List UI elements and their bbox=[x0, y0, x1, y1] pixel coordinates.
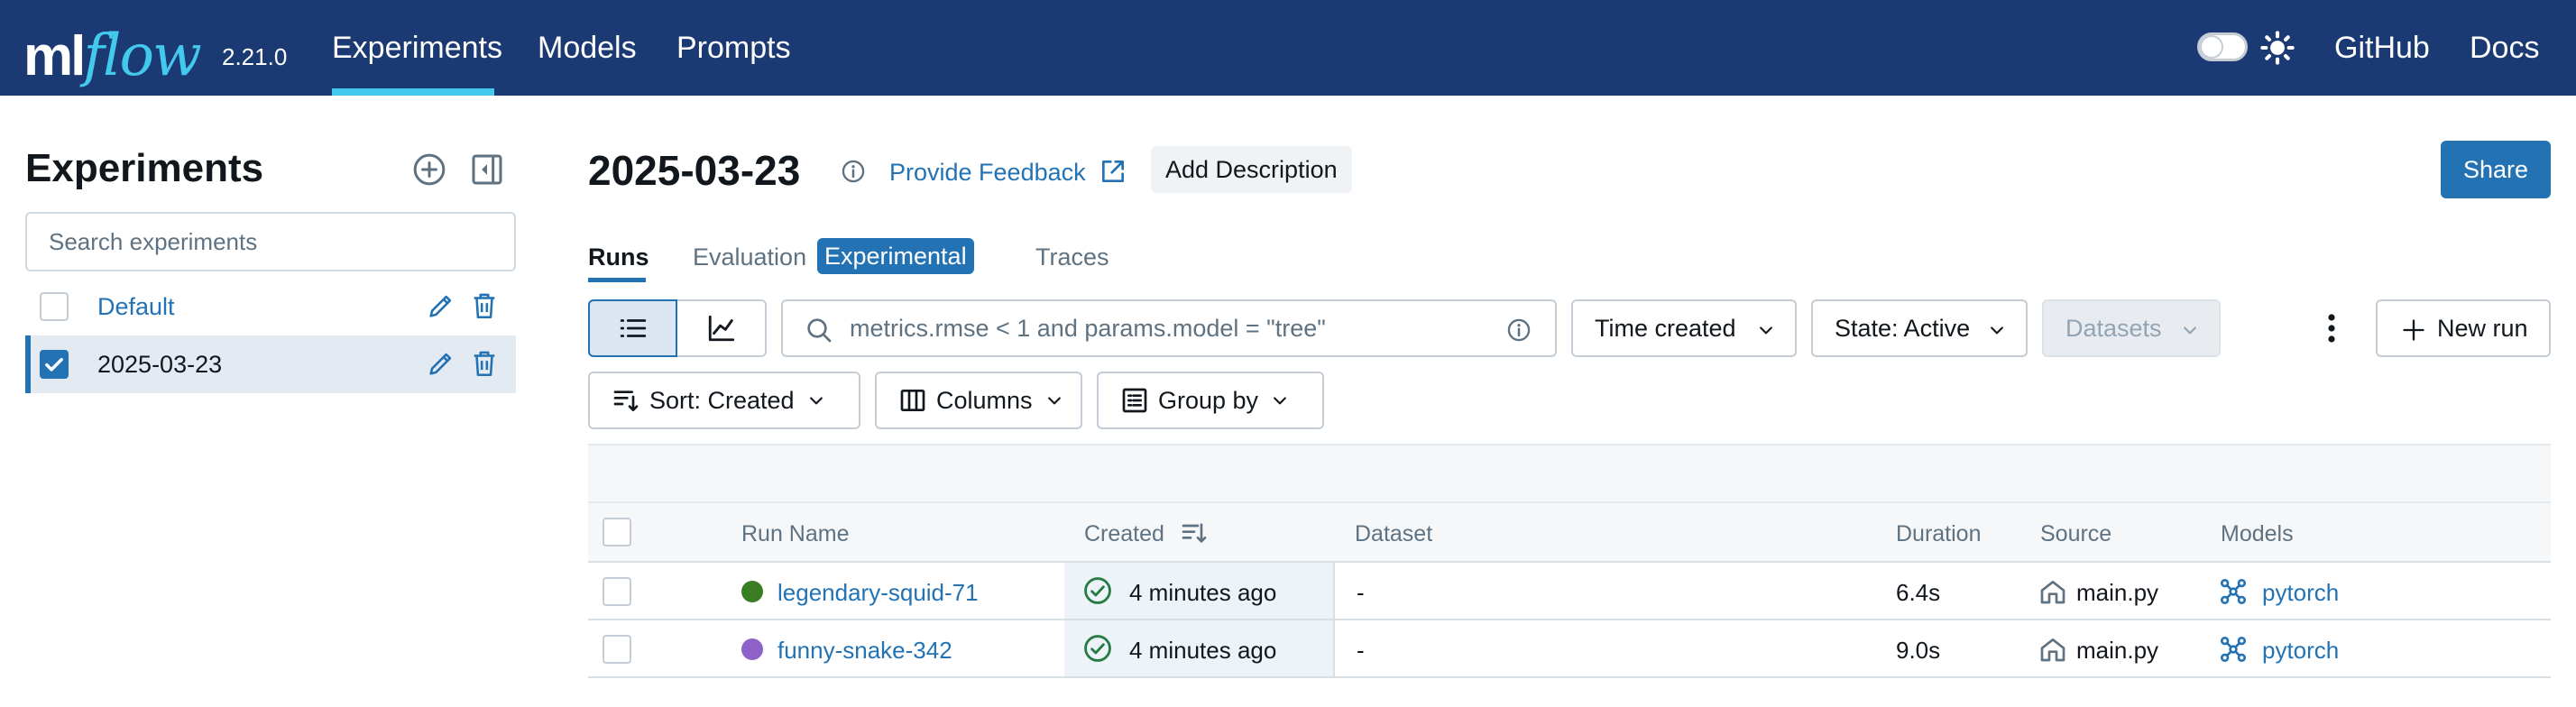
delete-icon[interactable] bbox=[469, 348, 500, 379]
datasets-dropdown: Datasets bbox=[2042, 299, 2221, 357]
sun-icon bbox=[2260, 31, 2295, 65]
row-checkbox[interactable] bbox=[603, 635, 631, 664]
chevron-down-icon bbox=[809, 397, 823, 405]
add-experiment-icon[interactable] bbox=[411, 152, 447, 188]
plus-icon bbox=[2403, 319, 2424, 341]
experiment-name[interactable]: 2025-03-23 bbox=[97, 351, 222, 379]
sort-descending-icon[interactable] bbox=[1180, 519, 1209, 547]
collapse-sidebar-icon[interactable] bbox=[469, 152, 505, 188]
run-name-link[interactable]: funny-snake-342 bbox=[777, 637, 952, 665]
chevron-down-icon bbox=[1760, 326, 1772, 335]
column-header-dataset[interactable]: Dataset bbox=[1355, 521, 1432, 547]
model-link[interactable]: pytorch bbox=[2262, 637, 2339, 665]
check-circle-icon bbox=[1084, 635, 1111, 662]
sort-icon bbox=[613, 390, 639, 411]
home-icon bbox=[2040, 638, 2065, 662]
duration-value: 9.0s bbox=[1896, 637, 1941, 664]
edit-icon[interactable] bbox=[426, 348, 456, 379]
chevron-down-icon bbox=[1047, 397, 1061, 405]
column-header-source[interactable]: Source bbox=[2040, 521, 2111, 547]
share-button[interactable]: Share bbox=[2441, 141, 2551, 198]
list-icon bbox=[620, 319, 646, 337]
experiment-name[interactable]: Default bbox=[97, 293, 175, 321]
nav-active-indicator bbox=[332, 88, 494, 96]
experiment-checkbox[interactable] bbox=[40, 292, 69, 321]
sidebar-title: Experiments bbox=[25, 146, 264, 190]
view-mode-switch bbox=[588, 299, 767, 357]
tab-runs[interactable]: Runs bbox=[588, 243, 649, 271]
experiment-checkbox-checked[interactable] bbox=[40, 350, 69, 379]
tab-evaluation[interactable]: Evaluation bbox=[693, 243, 806, 271]
github-link[interactable]: GitHub bbox=[2334, 31, 2430, 66]
column-header-run-name[interactable]: Run Name bbox=[741, 521, 850, 547]
chart-icon bbox=[708, 315, 734, 342]
provide-feedback-link[interactable]: Provide Feedback bbox=[889, 159, 1086, 187]
top-nav-bar: ml flow 2.21.0 Experiments Models Prompts… bbox=[0, 0, 2576, 96]
delete-icon[interactable] bbox=[469, 290, 500, 321]
table-row: legendary-squid-71 4 minutes ago - 6.4s … bbox=[588, 563, 2551, 620]
table-group-header bbox=[588, 444, 2551, 503]
tab-traces[interactable]: Traces bbox=[1035, 243, 1109, 271]
nav-models[interactable]: Models bbox=[538, 31, 637, 66]
select-all-checkbox[interactable] bbox=[603, 518, 631, 546]
nav-prompts[interactable]: Prompts bbox=[676, 31, 791, 66]
home-icon bbox=[2040, 581, 2065, 604]
add-description-button[interactable]: Add Description bbox=[1151, 146, 1352, 193]
edit-icon[interactable] bbox=[426, 290, 456, 321]
column-header-models[interactable]: Models bbox=[2221, 521, 2294, 547]
info-icon[interactable] bbox=[1506, 317, 1532, 343]
experiment-item-2025-03-23[interactable]: 2025-03-23 bbox=[25, 335, 516, 393]
columns-icon bbox=[900, 390, 925, 411]
group-by-dropdown[interactable]: Group by bbox=[1097, 372, 1324, 429]
model-icon bbox=[2221, 579, 2246, 604]
run-name-link[interactable]: legendary-squid-71 bbox=[777, 579, 979, 607]
time-created-dropdown[interactable]: Time created bbox=[1571, 299, 1797, 357]
columns-dropdown[interactable]: Columns bbox=[875, 372, 1082, 429]
search-icon bbox=[807, 318, 832, 343]
dark-mode-toggle[interactable] bbox=[2197, 32, 2248, 61]
source-link[interactable]: main.py bbox=[2076, 637, 2158, 665]
mlflow-logo[interactable]: ml flow bbox=[23, 4, 202, 85]
new-run-button[interactable]: New run bbox=[2376, 299, 2551, 357]
duration-value: 6.4s bbox=[1896, 579, 1941, 606]
chart-view-button[interactable] bbox=[677, 301, 765, 355]
column-header-duration[interactable]: Duration bbox=[1896, 521, 1982, 547]
list-view-button[interactable] bbox=[588, 299, 678, 357]
experiment-item-default[interactable]: Default bbox=[25, 278, 516, 335]
table-header: Run Name Created Dataset Duration Source… bbox=[588, 503, 2551, 563]
docs-link[interactable]: Docs bbox=[2470, 31, 2539, 66]
runs-filter-input[interactable]: metrics.rmse < 1 and params.model = "tre… bbox=[781, 299, 1557, 357]
tab-active-indicator bbox=[588, 278, 646, 282]
chevron-down-icon bbox=[2184, 326, 2196, 335]
model-link[interactable]: pytorch bbox=[2262, 579, 2339, 607]
info-icon[interactable] bbox=[841, 159, 866, 184]
experiment-search-input[interactable]: Search experiments bbox=[25, 212, 516, 271]
check-circle-icon bbox=[1084, 577, 1111, 604]
check-icon bbox=[45, 358, 63, 372]
dataset-value: - bbox=[1357, 579, 1365, 606]
created-time: 4 minutes ago bbox=[1129, 637, 1277, 664]
table-row: funny-snake-342 4 minutes ago - 9.0s mai… bbox=[588, 620, 2551, 678]
sort-dropdown[interactable]: Sort: Created bbox=[588, 372, 860, 429]
chevron-down-icon bbox=[1991, 326, 2003, 335]
run-color-dot[interactable] bbox=[741, 638, 763, 660]
external-link-icon[interactable] bbox=[1099, 157, 1127, 186]
state-dropdown[interactable]: State: Active bbox=[1811, 299, 2028, 357]
nav-experiments[interactable]: Experiments bbox=[332, 31, 502, 66]
dataset-value: - bbox=[1357, 637, 1365, 664]
created-cell: 4 minutes ago bbox=[1064, 563, 1335, 619]
chevron-down-icon bbox=[1274, 397, 1286, 405]
experimental-badge: Experimental bbox=[817, 238, 974, 274]
row-checkbox[interactable] bbox=[603, 577, 631, 606]
more-options-icon[interactable] bbox=[2322, 312, 2341, 344]
run-color-dot[interactable] bbox=[741, 581, 763, 602]
experiment-title: 2025-03-23 bbox=[588, 147, 801, 194]
column-header-created[interactable]: Created bbox=[1084, 521, 1164, 547]
created-time: 4 minutes ago bbox=[1129, 579, 1277, 606]
version-label: 2.21.0 bbox=[222, 43, 288, 70]
created-cell: 4 minutes ago bbox=[1064, 620, 1335, 676]
group-by-icon bbox=[1122, 388, 1147, 413]
source-link[interactable]: main.py bbox=[2076, 579, 2158, 607]
model-icon bbox=[2221, 637, 2246, 662]
